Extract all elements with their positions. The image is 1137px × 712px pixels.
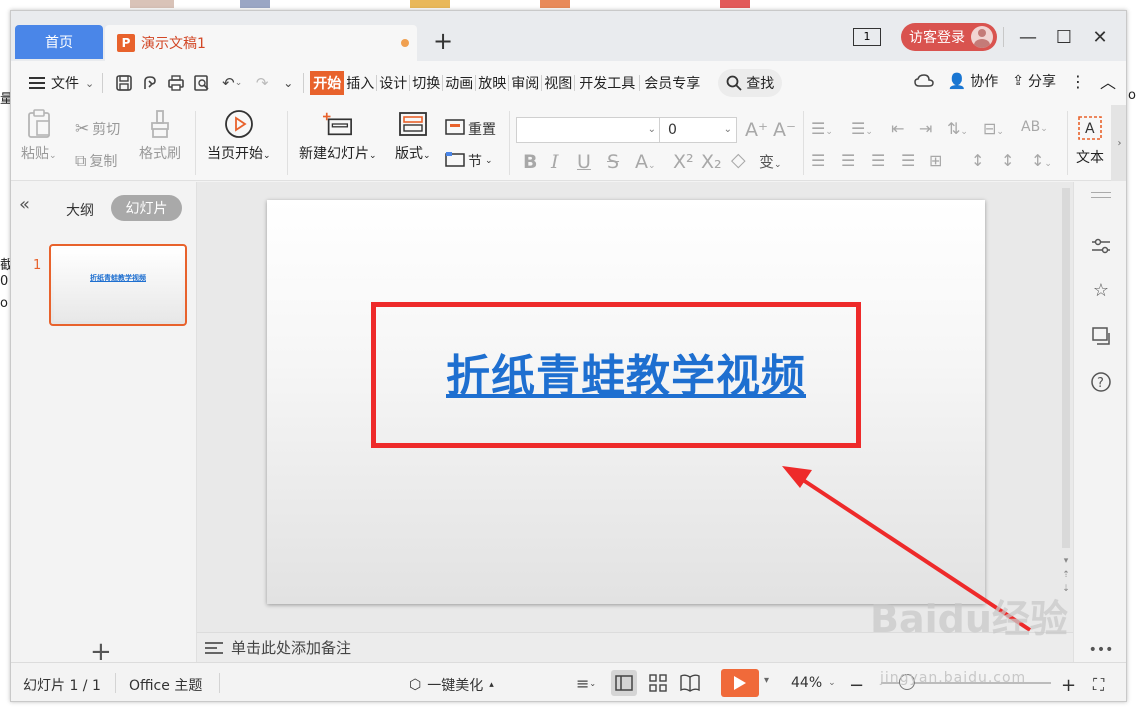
watermark-url: jingyan.baidu.com bbox=[880, 670, 1027, 686]
watermark-logo: Baidu经验 bbox=[870, 597, 1068, 641]
